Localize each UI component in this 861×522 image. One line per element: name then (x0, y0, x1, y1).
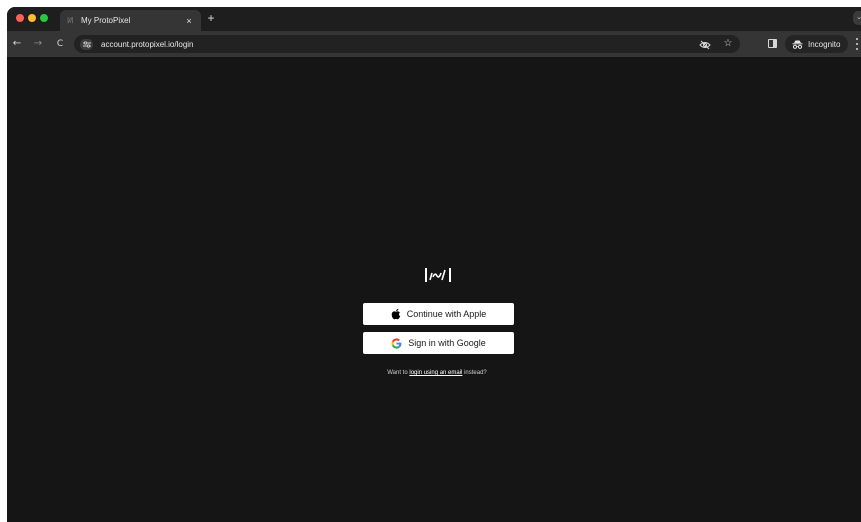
new-tab-button[interactable]: + (204, 11, 218, 25)
tab-title: My ProtoPixel (81, 16, 131, 25)
continue-with-apple-button[interactable]: Continue with Apple (363, 303, 514, 325)
email-hint-suffix: instead? (462, 370, 487, 376)
incognito-indicator[interactable]: Incognito (785, 35, 848, 53)
forward-button[interactable]: → (31, 37, 45, 51)
window-minimize-dot[interactable] (28, 14, 36, 22)
login-page: Continue with Apple Sign in with Google … (7, 57, 861, 522)
side-panel-icon[interactable] (768, 39, 777, 48)
tab-close-icon[interactable]: × (184, 16, 194, 26)
email-hint-prefix: Want to (387, 370, 410, 376)
address-bar[interactable]: account.protopixel.io/login ☆ (74, 35, 740, 53)
apple-button-label: Continue with Apple (406, 309, 487, 319)
browser-toolbar: ← → C account.protopixel.io/login ☆ Inco… (7, 31, 861, 57)
login-with-email-link[interactable]: login using an email (409, 370, 462, 376)
tab-favicon-icon: |//| (67, 17, 74, 24)
incognito-label: Incognito (808, 39, 841, 49)
reload-button[interactable]: C (53, 37, 67, 51)
google-button-label: Sign in with Google (408, 338, 486, 348)
window-close-dot[interactable] (16, 14, 24, 22)
incognito-icon (792, 40, 803, 49)
back-button[interactable]: ← (10, 37, 24, 51)
apple-icon (391, 308, 400, 320)
site-info-icon[interactable] (80, 38, 93, 50)
sign-in-with-google-button[interactable]: Sign in with Google (363, 332, 514, 354)
tab-search-button[interactable]: ⌄ (853, 11, 861, 25)
browser-tab[interactable]: |//| My ProtoPixel × (60, 10, 201, 31)
kebab-menu-icon[interactable] (854, 38, 860, 50)
bookmark-star-icon[interactable]: ☆ (722, 37, 734, 51)
protopixel-logo (425, 268, 451, 282)
browser-window: |//| My ProtoPixel × + ⌄ ← → C account.p… (7, 7, 861, 522)
eye-off-icon[interactable] (699, 38, 711, 50)
google-icon (391, 337, 402, 349)
window-maximize-dot[interactable] (40, 14, 48, 22)
tab-strip: |//| My ProtoPixel × + ⌄ (7, 7, 861, 31)
email-login-hint: Want to login using an email instead? (347, 370, 527, 376)
url-text[interactable]: account.protopixel.io/login (101, 40, 194, 49)
